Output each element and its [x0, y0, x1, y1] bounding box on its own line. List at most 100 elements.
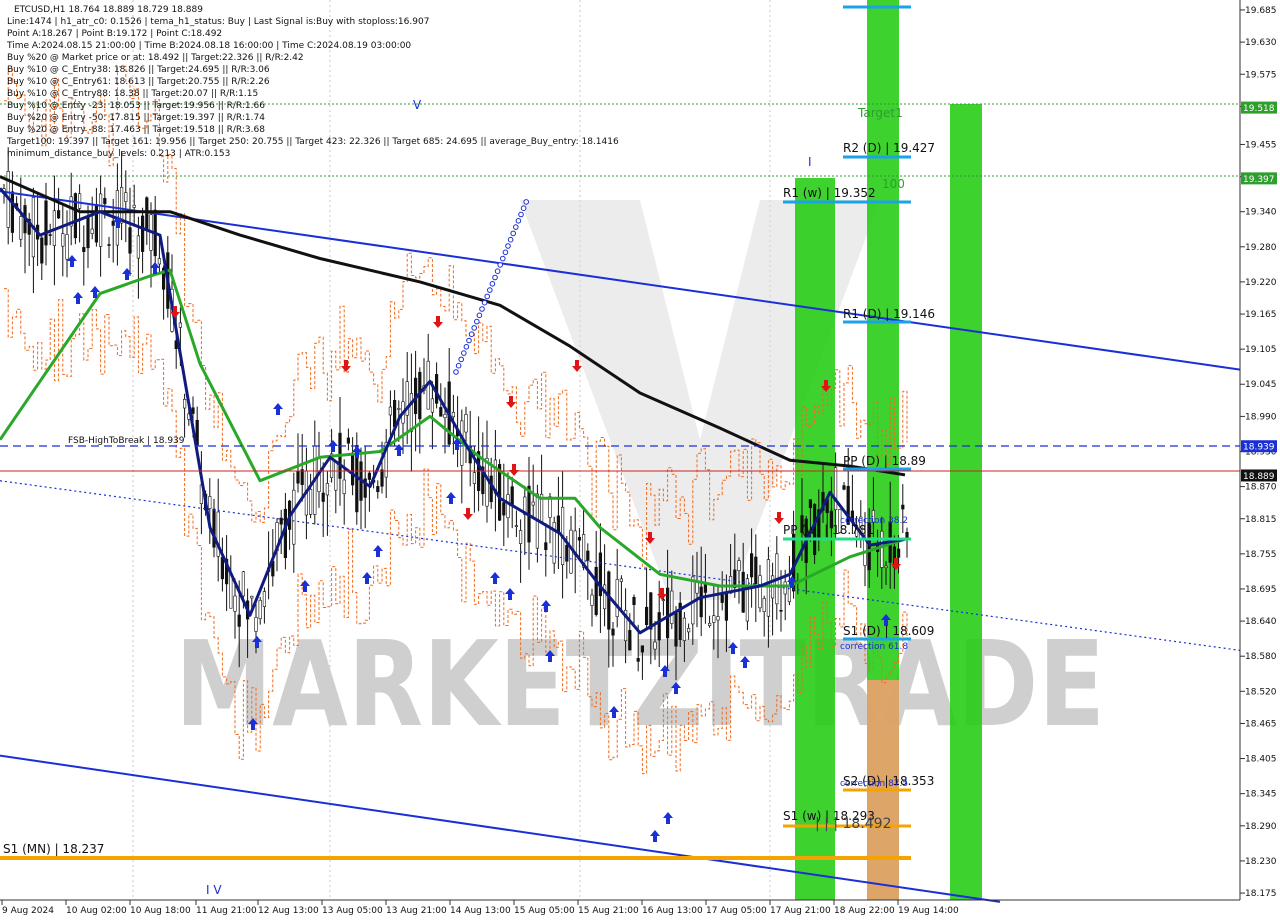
y-tick-label: 19.045 — [1245, 380, 1277, 390]
y-tick-label: 18.520 — [1245, 687, 1277, 697]
svg-text:19.518: 19.518 — [1243, 104, 1275, 114]
x-tick-label: 16 Aug 13:00 — [642, 906, 703, 916]
projection-dot — [484, 293, 491, 300]
info-line: Buy %20 @ Entry -88: 17.463 || Target:19… — [7, 125, 265, 135]
projection-dot — [510, 230, 517, 237]
projection-dot — [453, 369, 459, 375]
x-tick-label: 13 Aug 21:00 — [386, 906, 447, 916]
x-tick-label: 18 Aug 22:00 — [834, 906, 895, 916]
label-s1mn: S1 (MN) | 18.237 — [3, 842, 104, 856]
y-tick-label: 18.230 — [1245, 857, 1277, 867]
y-tick-label: 18.290 — [1245, 822, 1277, 832]
price-tag: 18.939 — [1241, 440, 1277, 453]
projection-dot — [520, 205, 527, 211]
info-line: Buy %10 @ Entry -23: 18.053 || Target:19… — [7, 101, 265, 111]
label-r2d: R2 (D) | 19.427 — [843, 141, 935, 155]
candle — [73, 192, 77, 245]
y-tick-label: 19.105 — [1245, 345, 1277, 355]
y-tick-label: 19.685 — [1245, 6, 1277, 16]
projection-dot — [479, 306, 485, 312]
x-tick-label: 13 Aug 05:00 — [322, 906, 383, 916]
wave-iv-label: I V — [206, 883, 222, 897]
price-chart: MARKETZITRADE R2 (D) | 19.427 R1 (w) | 1… — [0, 0, 1277, 916]
projection-dot — [471, 325, 478, 331]
projection-dot — [463, 344, 470, 350]
info-line: minimum_distance_buy_levels: 0.213 | ATR… — [7, 149, 230, 159]
x-tick-label: 17 Aug 05:00 — [706, 906, 767, 916]
projection-dot — [489, 281, 496, 287]
x-tick-label: 17 Aug 21:00 — [770, 906, 831, 916]
price-tag: 19.518 — [1241, 101, 1277, 114]
y-tick-label: 18.345 — [1245, 790, 1277, 800]
x-tick-label: 12 Aug 13:00 — [258, 906, 319, 916]
x-tick-label: 10 Aug 18:00 — [130, 906, 191, 916]
y-tick-label: 18.640 — [1245, 617, 1277, 627]
label-s1d: S1 (D) | 18.609 — [843, 624, 934, 638]
x-tick-label: 15 Aug 21:00 — [578, 906, 639, 916]
projection-dot — [474, 318, 480, 325]
y-tick-label: 19.575 — [1245, 70, 1277, 80]
info-line: Time A:2024.08.15 21:00:00 | Time B:2024… — [6, 41, 411, 51]
info-line: Target100: 19.397 || Target 161: 19.956 … — [6, 137, 619, 147]
price-tag: 19.397 — [1241, 172, 1277, 185]
y-tick-label: 19.630 — [1245, 38, 1277, 48]
point-c-label: | | | 18.492 — [815, 816, 892, 832]
projection-dot — [497, 262, 504, 268]
projection-dot — [461, 350, 467, 356]
y-tick-label: 19.340 — [1245, 208, 1277, 218]
info-line: Point A:18.267 | Point B:19.172 | Point … — [7, 29, 222, 39]
projection-dot — [494, 268, 501, 275]
x-tick-label: 15 Aug 05:00 — [514, 906, 575, 916]
wave-i-label: I — [808, 155, 812, 169]
correction-875-label: correction 87.5 — [840, 779, 908, 789]
svg-text:19.397: 19.397 — [1243, 175, 1275, 185]
projection-dot — [455, 362, 462, 369]
y-tick-label: 18.175 — [1245, 889, 1277, 899]
info-line: Buy %10 @ C_Entry61: 18.613 || Target:20… — [7, 77, 270, 87]
target100-label: 100 — [882, 177, 905, 191]
projection-dot — [523, 199, 530, 205]
y-tick-label: 18.695 — [1245, 585, 1277, 595]
svg-text:18.939: 18.939 — [1243, 443, 1275, 453]
y-tick-label: 19.165 — [1245, 310, 1277, 320]
info-line: Buy %10 @ C_Entry88: 18.38 || Target:20.… — [7, 89, 258, 99]
price-tag: 18.889 — [1241, 469, 1277, 482]
info-line: Buy %20 @ Entry -50: 17.815 || Target:19… — [7, 113, 265, 123]
label-r1w: R1 (w) | 19.352 — [783, 186, 876, 200]
projection-dot — [487, 287, 493, 293]
correction-618-label: correction 61.8 — [840, 642, 908, 652]
y-tick-label: 18.815 — [1245, 515, 1277, 525]
info-line: Line:1474 | h1_atr_c0: 0.1526 | tema_h1_… — [7, 17, 429, 27]
y-tick-label: 19.220 — [1245, 278, 1277, 288]
zone-green-3 — [950, 104, 982, 900]
y-tick-label: 19.280 — [1245, 243, 1277, 253]
projection-dot — [518, 211, 524, 218]
label-r1d: R1 (D) | 19.146 — [843, 307, 935, 321]
projection-dot — [515, 218, 522, 224]
y-tick-label: 19.455 — [1245, 140, 1277, 150]
x-tick-label: 14 Aug 13:00 — [450, 906, 511, 916]
x-tick-label: 19 Aug 14:00 — [898, 906, 959, 916]
label-ppd: PP (D) | 18.89 — [843, 454, 926, 468]
correction-382-label: correction 38.2 — [840, 516, 908, 526]
y-tick-label: 18.580 — [1245, 652, 1277, 662]
y-tick-label: 18.755 — [1245, 550, 1277, 560]
projection-dot — [505, 243, 511, 249]
y-tick-label: 18.990 — [1245, 412, 1277, 422]
wave-v-label: V — [413, 98, 422, 112]
info-line: Buy %20 @ Market price or at: 18.492 || … — [7, 53, 304, 63]
fsb-label: FSB-HighToBreak | 18.939 — [68, 436, 185, 446]
projection-dot — [502, 249, 509, 256]
projection-dot — [500, 255, 506, 262]
info-line: ETCUSD,H1 18.764 18.889 18.729 18.889 — [14, 5, 203, 15]
projection-dot — [492, 274, 498, 281]
target1-label: Target1 — [857, 106, 903, 120]
projection-dot — [513, 224, 519, 230]
y-tick-label: 18.465 — [1245, 719, 1277, 729]
info-line: Buy %10 @ C_Entry38: 18.826 || Target:24… — [7, 65, 270, 75]
projection-dot — [468, 331, 475, 338]
projection-dot — [458, 356, 465, 363]
y-tick-label: 18.870 — [1245, 483, 1277, 493]
x-tick-label: 10 Aug 02:00 — [66, 906, 127, 916]
chart-container: MARKETZITRADE R2 (D) | 19.427 R1 (w) | 1… — [0, 0, 1280, 920]
